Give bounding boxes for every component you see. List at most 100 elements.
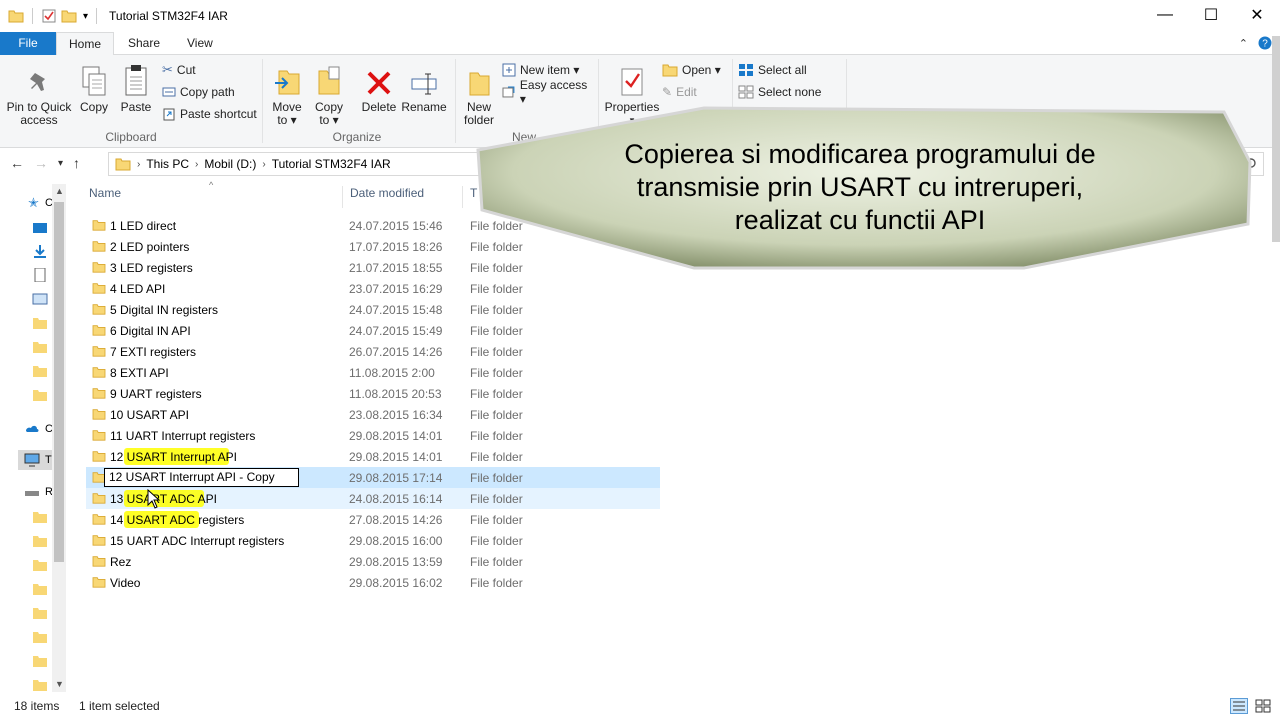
copy-label: Copy [79, 100, 108, 114]
rename-input[interactable]: 12 USART Interrupt API - Copy [104, 468, 299, 487]
folder-icon [8, 10, 24, 23]
collapse-ribbon-icon[interactable]: ⌃ [1239, 37, 1248, 50]
breadcrumb-folder[interactable]: Tutorial STM32F4 IAR [272, 157, 391, 171]
up-arrow-icon[interactable]: ↑ [73, 155, 80, 171]
tab-home[interactable]: Home [56, 32, 115, 56]
customize-toolbar-icon[interactable]: ▾ [83, 11, 88, 22]
breadcrumb-drive[interactable]: Mobil (D:) [204, 157, 256, 171]
new-item-icon [502, 63, 516, 77]
file-name: 1 LED direct [110, 219, 177, 233]
edit-label: Edit [676, 85, 697, 99]
tab-file[interactable]: File [0, 32, 56, 55]
tab-view[interactable]: View [175, 32, 225, 55]
select-none-button[interactable]: Select none [738, 82, 821, 102]
documents-icon[interactable] [32, 268, 48, 282]
desktop-icon[interactable] [32, 222, 48, 236]
drive-icon[interactable] [24, 486, 40, 500]
column-header-name[interactable]: Name [89, 186, 121, 200]
open-button[interactable]: Open ▾ [662, 60, 721, 80]
table-row[interactable]: 13 USART ADC API 24.08.2015 16:14 File fol… [86, 488, 660, 509]
paste-shortcut-button[interactable]: Paste shortcut [162, 104, 257, 124]
folder-icon[interactable] [32, 582, 48, 596]
table-row[interactable]: 12 USART Interrupt API 29.08.2015 14:01 Fi… [86, 446, 660, 467]
back-arrow-icon[interactable]: ← [10, 155, 24, 171]
recent-locations-icon[interactable]: ▾ [58, 158, 63, 169]
folder-icon[interactable] [32, 558, 48, 572]
move-to-button[interactable]: Move to ▾ [269, 61, 305, 127]
ribbon-controls: ⌃ ? [1239, 36, 1272, 50]
scissors-icon: ✂ [162, 62, 173, 77]
select-all-button[interactable]: Select all [738, 60, 807, 80]
table-row[interactable]: 10 USART API 23.08.2015 16:34 File folder [86, 404, 660, 425]
table-row[interactable]: 15 UART ADC Interrupt registers 29.08.201… [86, 530, 660, 551]
table-row[interactable]: 5 Digital IN registers 24.07.2015 15:48 Fi… [86, 299, 660, 320]
title-bar: ▾ Tutorial STM32F4 IAR — ☐ ✕ [0, 0, 1280, 32]
copy-button[interactable]: Copy [76, 61, 112, 114]
breadcrumb-this-pc[interactable]: This PC [146, 157, 189, 171]
folder-icon[interactable] [32, 606, 48, 620]
file-type: File folder [470, 429, 523, 443]
chevron-right-icon: › [262, 158, 266, 170]
folder-icon[interactable] [32, 534, 48, 548]
organize-group-label: Organize [332, 130, 382, 144]
folder-icon[interactable] [32, 364, 48, 378]
table-row[interactable]: 4 LED API 23.07.2015 16:29 File folder [86, 278, 660, 299]
maximize-button[interactable]: ☐ [1188, 0, 1234, 30]
easy-access-icon [502, 86, 515, 98]
downloads-icon[interactable] [32, 244, 48, 258]
file-date-modified: 17.07.2015 18:26 [349, 240, 443, 254]
folder-icon[interactable] [32, 340, 48, 354]
clipboard-group-label: Clipboard [105, 130, 157, 144]
table-row[interactable]: 11 UART Interrupt registers 29.08.2015 14… [86, 425, 660, 446]
scroll-down-icon[interactable]: ▼ [55, 679, 64, 689]
close-button[interactable]: ✕ [1234, 0, 1280, 30]
forward-arrow-icon[interactable]: → [34, 155, 48, 171]
table-row[interactable]: 14 USART ADC registers 27.08.2015 14:26 Fi… [86, 509, 660, 530]
properties-icon[interactable] [41, 8, 57, 24]
folder-icon[interactable] [32, 510, 48, 524]
table-row[interactable]: 12 USART Interrupt API - Copy 29.08.2015 … [86, 467, 660, 488]
file-type: File folder [470, 324, 523, 338]
large-icons-view-icon[interactable] [1254, 698, 1272, 714]
file-name: 7 EXTI registers [110, 345, 197, 359]
folder-icon[interactable] [32, 316, 48, 330]
column-divider[interactable] [462, 186, 463, 208]
column-divider[interactable] [342, 186, 343, 208]
paste-button[interactable]: Paste [118, 61, 154, 114]
onedrive-icon[interactable] [24, 420, 40, 434]
tab-share[interactable]: Share [116, 32, 172, 55]
copy-path-button[interactable]: Copy path [162, 82, 235, 102]
delete-button[interactable]: Delete [359, 61, 399, 114]
cut-button[interactable]: ✂ Cut [162, 60, 196, 80]
minimize-button[interactable]: — [1142, 0, 1188, 30]
easy-access-button[interactable]: Easy access ▾ [502, 78, 596, 106]
folder-icon[interactable] [32, 654, 48, 668]
table-row[interactable]: Rez 29.08.2015 13:59 File folder [86, 551, 660, 572]
quick-access-star-icon[interactable]: ✭ [28, 195, 39, 211]
folder-icon[interactable] [32, 678, 48, 692]
new-item-button[interactable]: New item ▾ [502, 60, 579, 80]
copy-to-button[interactable]: Copy to ▾ [311, 61, 347, 127]
rename-label: Rename [401, 100, 447, 114]
selection-count: 1 item selected [79, 699, 160, 713]
table-row[interactable]: 6 Digital IN API 24.07.2015 15:49 File fol… [86, 320, 660, 341]
table-row[interactable]: 8 EXTI API 11.08.2015 2:00 File folder [86, 362, 660, 383]
edit-button[interactable]: ✎ Edit [662, 82, 697, 102]
rename-button[interactable]: Rename [401, 61, 447, 114]
new-folder-icon[interactable] [61, 9, 77, 23]
table-row[interactable]: 9 UART registers 11.08.2015 20:53 File fol… [86, 383, 660, 404]
window-title: Tutorial STM32F4 IAR [109, 9, 228, 23]
scroll-up-icon[interactable]: ▲ [55, 186, 64, 196]
pictures-icon[interactable] [32, 292, 48, 306]
folder-icon[interactable] [32, 388, 48, 402]
help-icon[interactable]: ? [1258, 36, 1272, 50]
column-header-date-modified[interactable]: Date modified [350, 186, 424, 200]
item-count: 18 items [14, 699, 60, 713]
folder-icon[interactable] [32, 630, 48, 644]
table-row[interactable]: 7 EXTI registers 26.07.2015 14:26 File fol… [86, 341, 660, 362]
pin-to-quick-access-button[interactable]: Pin to Quick access [6, 61, 72, 127]
file-type: File folder [470, 387, 523, 401]
table-row[interactable]: Video 29.08.2015 16:02 File folder [86, 572, 660, 593]
nav-scrollbar-thumb[interactable] [54, 202, 64, 562]
details-view-icon[interactable] [1230, 698, 1248, 714]
